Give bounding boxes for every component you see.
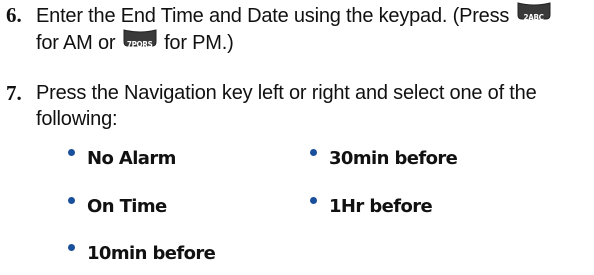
bullet-icon (68, 149, 75, 156)
option-label: On Time (87, 196, 167, 217)
step-6: 6. Enter the End Time and Date using the… (6, 2, 591, 56)
bullet-icon (68, 197, 75, 204)
step-6-line2a: for AM or (36, 32, 116, 54)
option-label: 10min before (87, 243, 216, 264)
step-number: 6. (6, 3, 22, 27)
step-6-line1: Enter the End Time and Date using the ke… (36, 5, 510, 27)
option-no-alarm: No Alarm (68, 148, 176, 169)
key-label: 2ABC (523, 13, 544, 22)
step-6-line2b: for PM.) (164, 32, 234, 54)
option-label: 1Hr before (329, 196, 433, 217)
option-30min-before: 30min before (310, 148, 458, 169)
bullet-icon (310, 149, 317, 156)
option-1hr-before: 1Hr before (310, 196, 433, 217)
step-7-line1: Press the Navigation key left or right a… (36, 82, 537, 104)
step-7: 7. Press the Navigation key left or righ… (6, 80, 591, 132)
step-text: Enter the End Time and Date using the ke… (36, 2, 591, 56)
option-label: 30min before (329, 148, 458, 169)
step-7-line2: following: (36, 108, 118, 130)
key-2abc-icon: 2ABC (517, 2, 551, 22)
option-label: No Alarm (87, 148, 176, 169)
option-on-time: On Time (68, 196, 167, 217)
step-text: Press the Navigation key left or right a… (36, 80, 591, 132)
bullet-icon (310, 197, 317, 204)
key-label: 7PQRS (126, 40, 153, 49)
step-number: 7. (6, 81, 22, 105)
option-10min-before: 10min before (68, 243, 216, 264)
key-7pqrs-icon: 7PQRS (123, 29, 157, 49)
bullet-icon (68, 244, 75, 251)
